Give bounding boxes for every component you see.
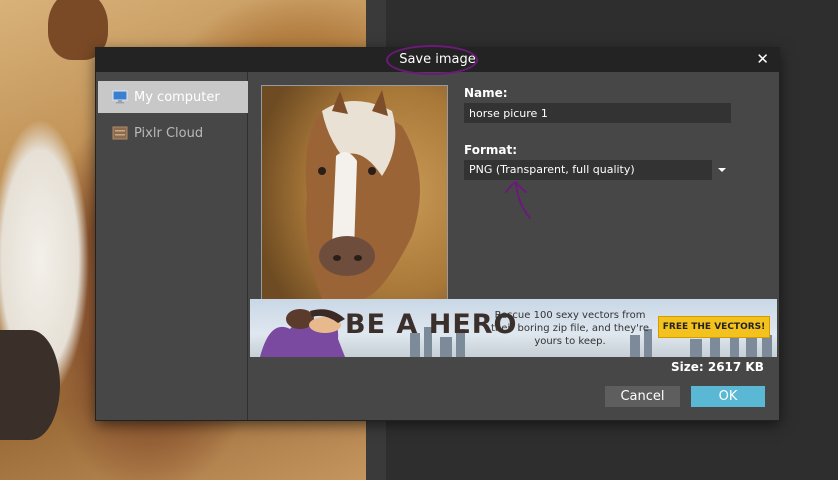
horse-thumbnail <box>262 86 447 299</box>
sidebar-item-label: My computer <box>134 89 220 105</box>
ok-button[interactable]: OK <box>691 386 765 407</box>
monitor-icon <box>112 90 128 104</box>
annotation-circle <box>386 45 478 75</box>
ad-banner[interactable]: BE A HERO Rescue 100 sexy vectors from t… <box>250 299 777 357</box>
ad-cta-button[interactable]: FREE THE VECTORS! <box>658 316 770 338</box>
close-icon[interactable]: ✕ <box>756 50 769 68</box>
dialog-title-bar: Save image ✕ <box>96 45 779 75</box>
sidebar-item-pixlr-cloud[interactable]: Pixlr Cloud <box>98 117 248 149</box>
ad-text: Rescue 100 sexy vectors from their borin… <box>491 310 649 347</box>
save-image-dialog: Save image ✕ My computer Pixlr Cloud Nam… <box>96 45 779 420</box>
annotation-arrow <box>505 180 531 219</box>
cancel-button[interactable]: Cancel <box>605 386 680 407</box>
save-location-sidebar: My computer Pixlr Cloud <box>96 72 248 420</box>
file-size-text: Size: 2617 KB <box>671 360 764 374</box>
chevron-down-icon[interactable] <box>716 160 728 180</box>
horse-nose-shape <box>0 330 60 440</box>
image-preview <box>261 85 448 300</box>
format-select[interactable]: PNG (Transparent, full quality) <box>464 160 712 180</box>
name-input[interactable] <box>464 103 731 123</box>
name-label: Name: <box>464 86 508 100</box>
cloud-storage-icon <box>112 126 128 140</box>
sidebar-item-label: Pixlr Cloud <box>134 125 204 141</box>
sidebar-item-my-computer[interactable]: My computer <box>98 81 248 113</box>
format-label: Format: <box>464 143 518 157</box>
